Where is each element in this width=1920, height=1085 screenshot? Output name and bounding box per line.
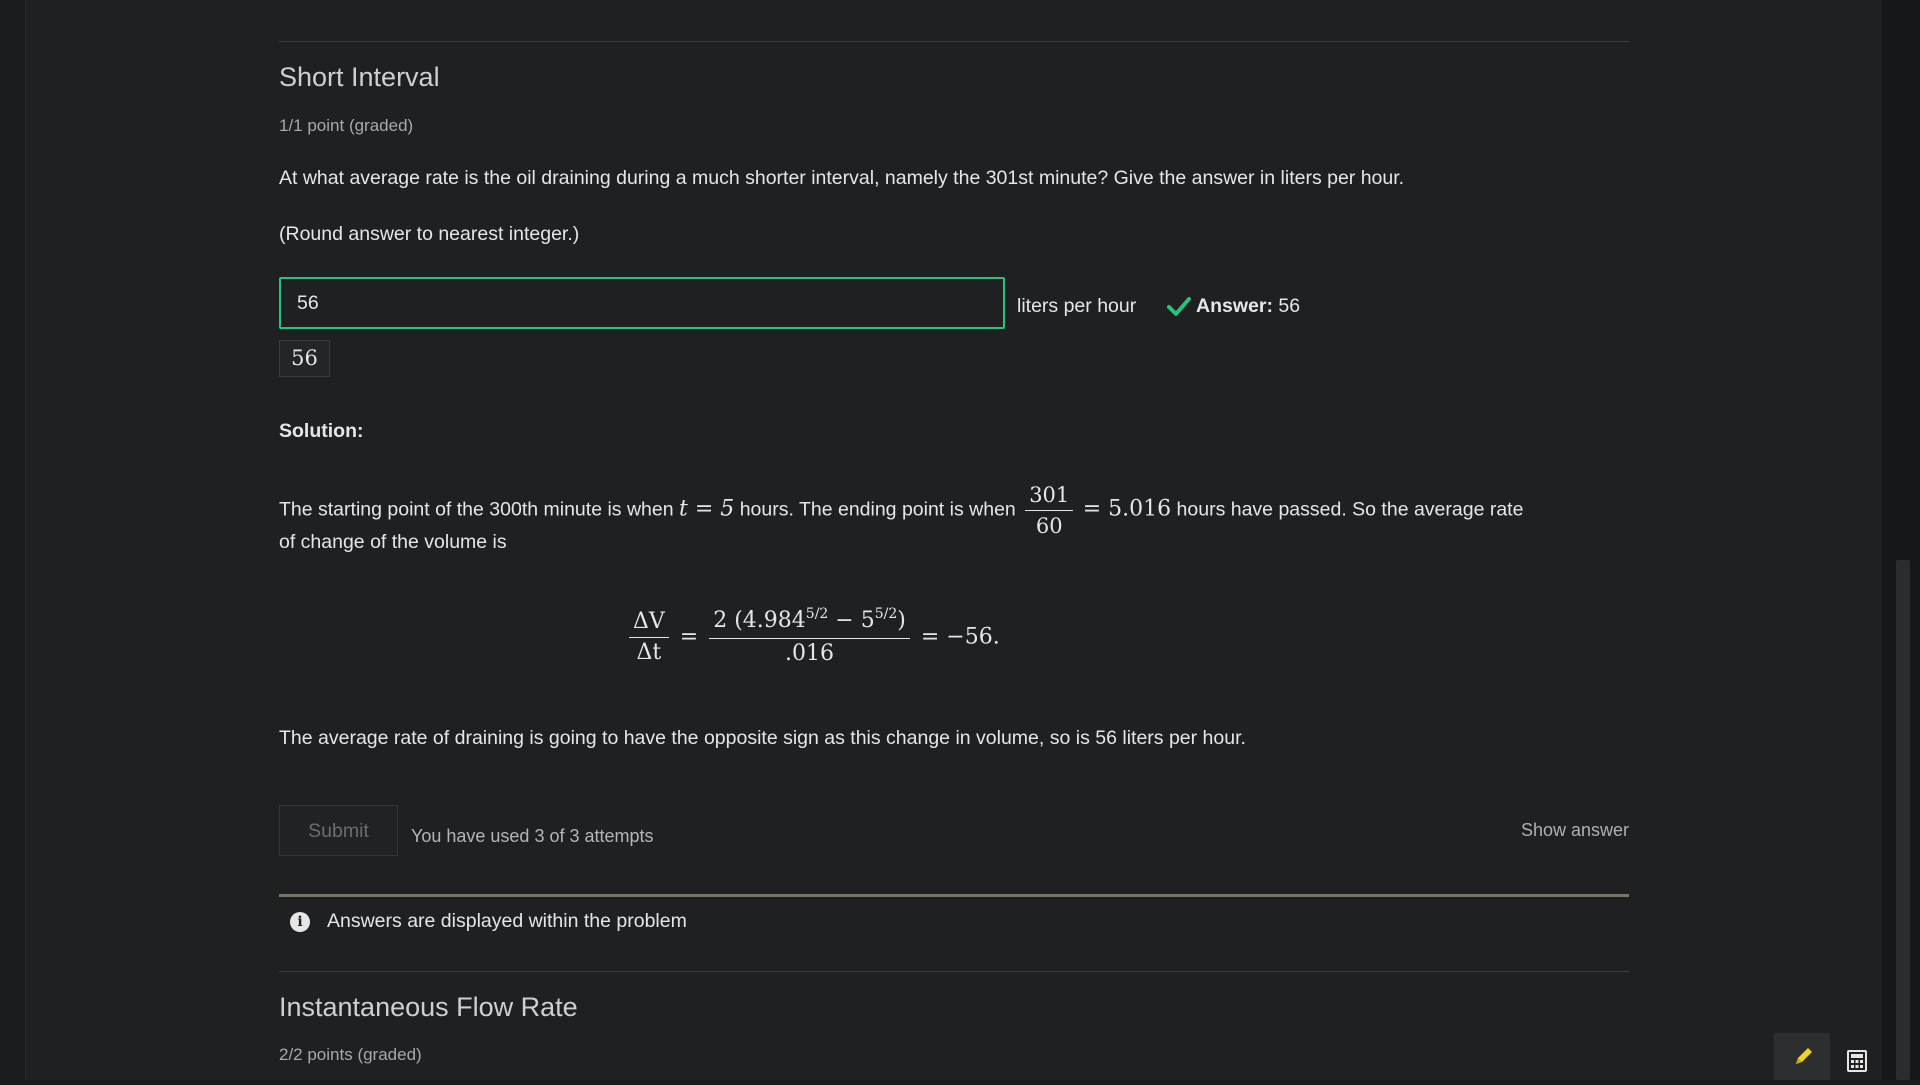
delta-t: Δt (636, 640, 662, 665)
section-title: Short Interval (279, 62, 440, 92)
answer-input[interactable] (279, 277, 1005, 329)
rhs-denominator: .016 (785, 641, 835, 666)
delta-v: ΔV (629, 607, 669, 638)
solution-text-1: The starting point of the 300th minute i… (279, 498, 674, 521)
submit-button[interactable]: Submit (279, 805, 398, 856)
correct-answer: Answer: 56 (1196, 295, 1300, 318)
scrollbar-track[interactable] (1882, 0, 1920, 1080)
scrollbar-thumb[interactable] (1896, 560, 1910, 1080)
answer-preview: 56 (279, 340, 330, 377)
instruction-text: (Round answer to nearest integer.) (279, 223, 580, 245)
conclusion-text: The average rate of draining is going to… (279, 727, 1246, 749)
section2-points: 2/2 points (graded) (279, 1045, 422, 1064)
section-divider (279, 41, 1629, 42)
show-answer-button[interactable]: Show answer (1521, 820, 1629, 841)
solution-heading: Solution: (279, 420, 364, 442)
question-text: At what average rate is the oil draining… (279, 167, 1405, 189)
info-icon: i (290, 912, 310, 932)
rhs-numerator: 2 (4.9845/2 − 55/2) (709, 606, 910, 639)
notice-divider (279, 894, 1629, 897)
answer-label: Answer: (1196, 295, 1273, 317)
math-t: t = 5 (679, 496, 735, 522)
section-points: 1/1 point (graded) (279, 116, 414, 135)
checkmark-icon (1167, 297, 1191, 316)
fraction-denominator: 60 (1035, 514, 1063, 538)
rhs-fraction: 2 (4.9845/2 − 55/2) .016 (709, 606, 910, 669)
fraction-301-60: 301 60 (1025, 480, 1074, 541)
section-divider-2 (279, 971, 1629, 972)
unit-label: liters per hour (1017, 295, 1137, 317)
calculator-tool-button[interactable] (1832, 1033, 1882, 1080)
display-equation: ΔV Δt = 2 (4.9845/2 − 55/2) .016 = −56. (625, 606, 1000, 669)
equals-sign: = (679, 624, 706, 650)
delta-fraction: ΔV Δt (629, 607, 669, 668)
math-t-equals: t = 5 (679, 497, 734, 522)
attempts-text: You have used 3 of 3 attempts (411, 826, 654, 846)
notice-text: Answers are displayed within the problem (327, 910, 687, 932)
solution-text-3: hours have passed. So the average rate (1176, 498, 1524, 521)
math-5016: = 5.016 (1082, 496, 1172, 522)
solution-text-4: of change of the volume is (279, 531, 507, 553)
section2-title: Instantaneous Flow Rate (279, 992, 578, 1022)
fraction-numerator: 301 (1025, 480, 1074, 511)
answer-value: 56 (1278, 295, 1301, 317)
pencil-icon (1796, 1048, 1812, 1064)
notes-tool-button[interactable] (1774, 1033, 1830, 1080)
solution-text-2: hours. The ending point is when (739, 498, 1016, 521)
equation-result: = −56. (920, 624, 1000, 650)
calculator-icon (1847, 1050, 1867, 1072)
